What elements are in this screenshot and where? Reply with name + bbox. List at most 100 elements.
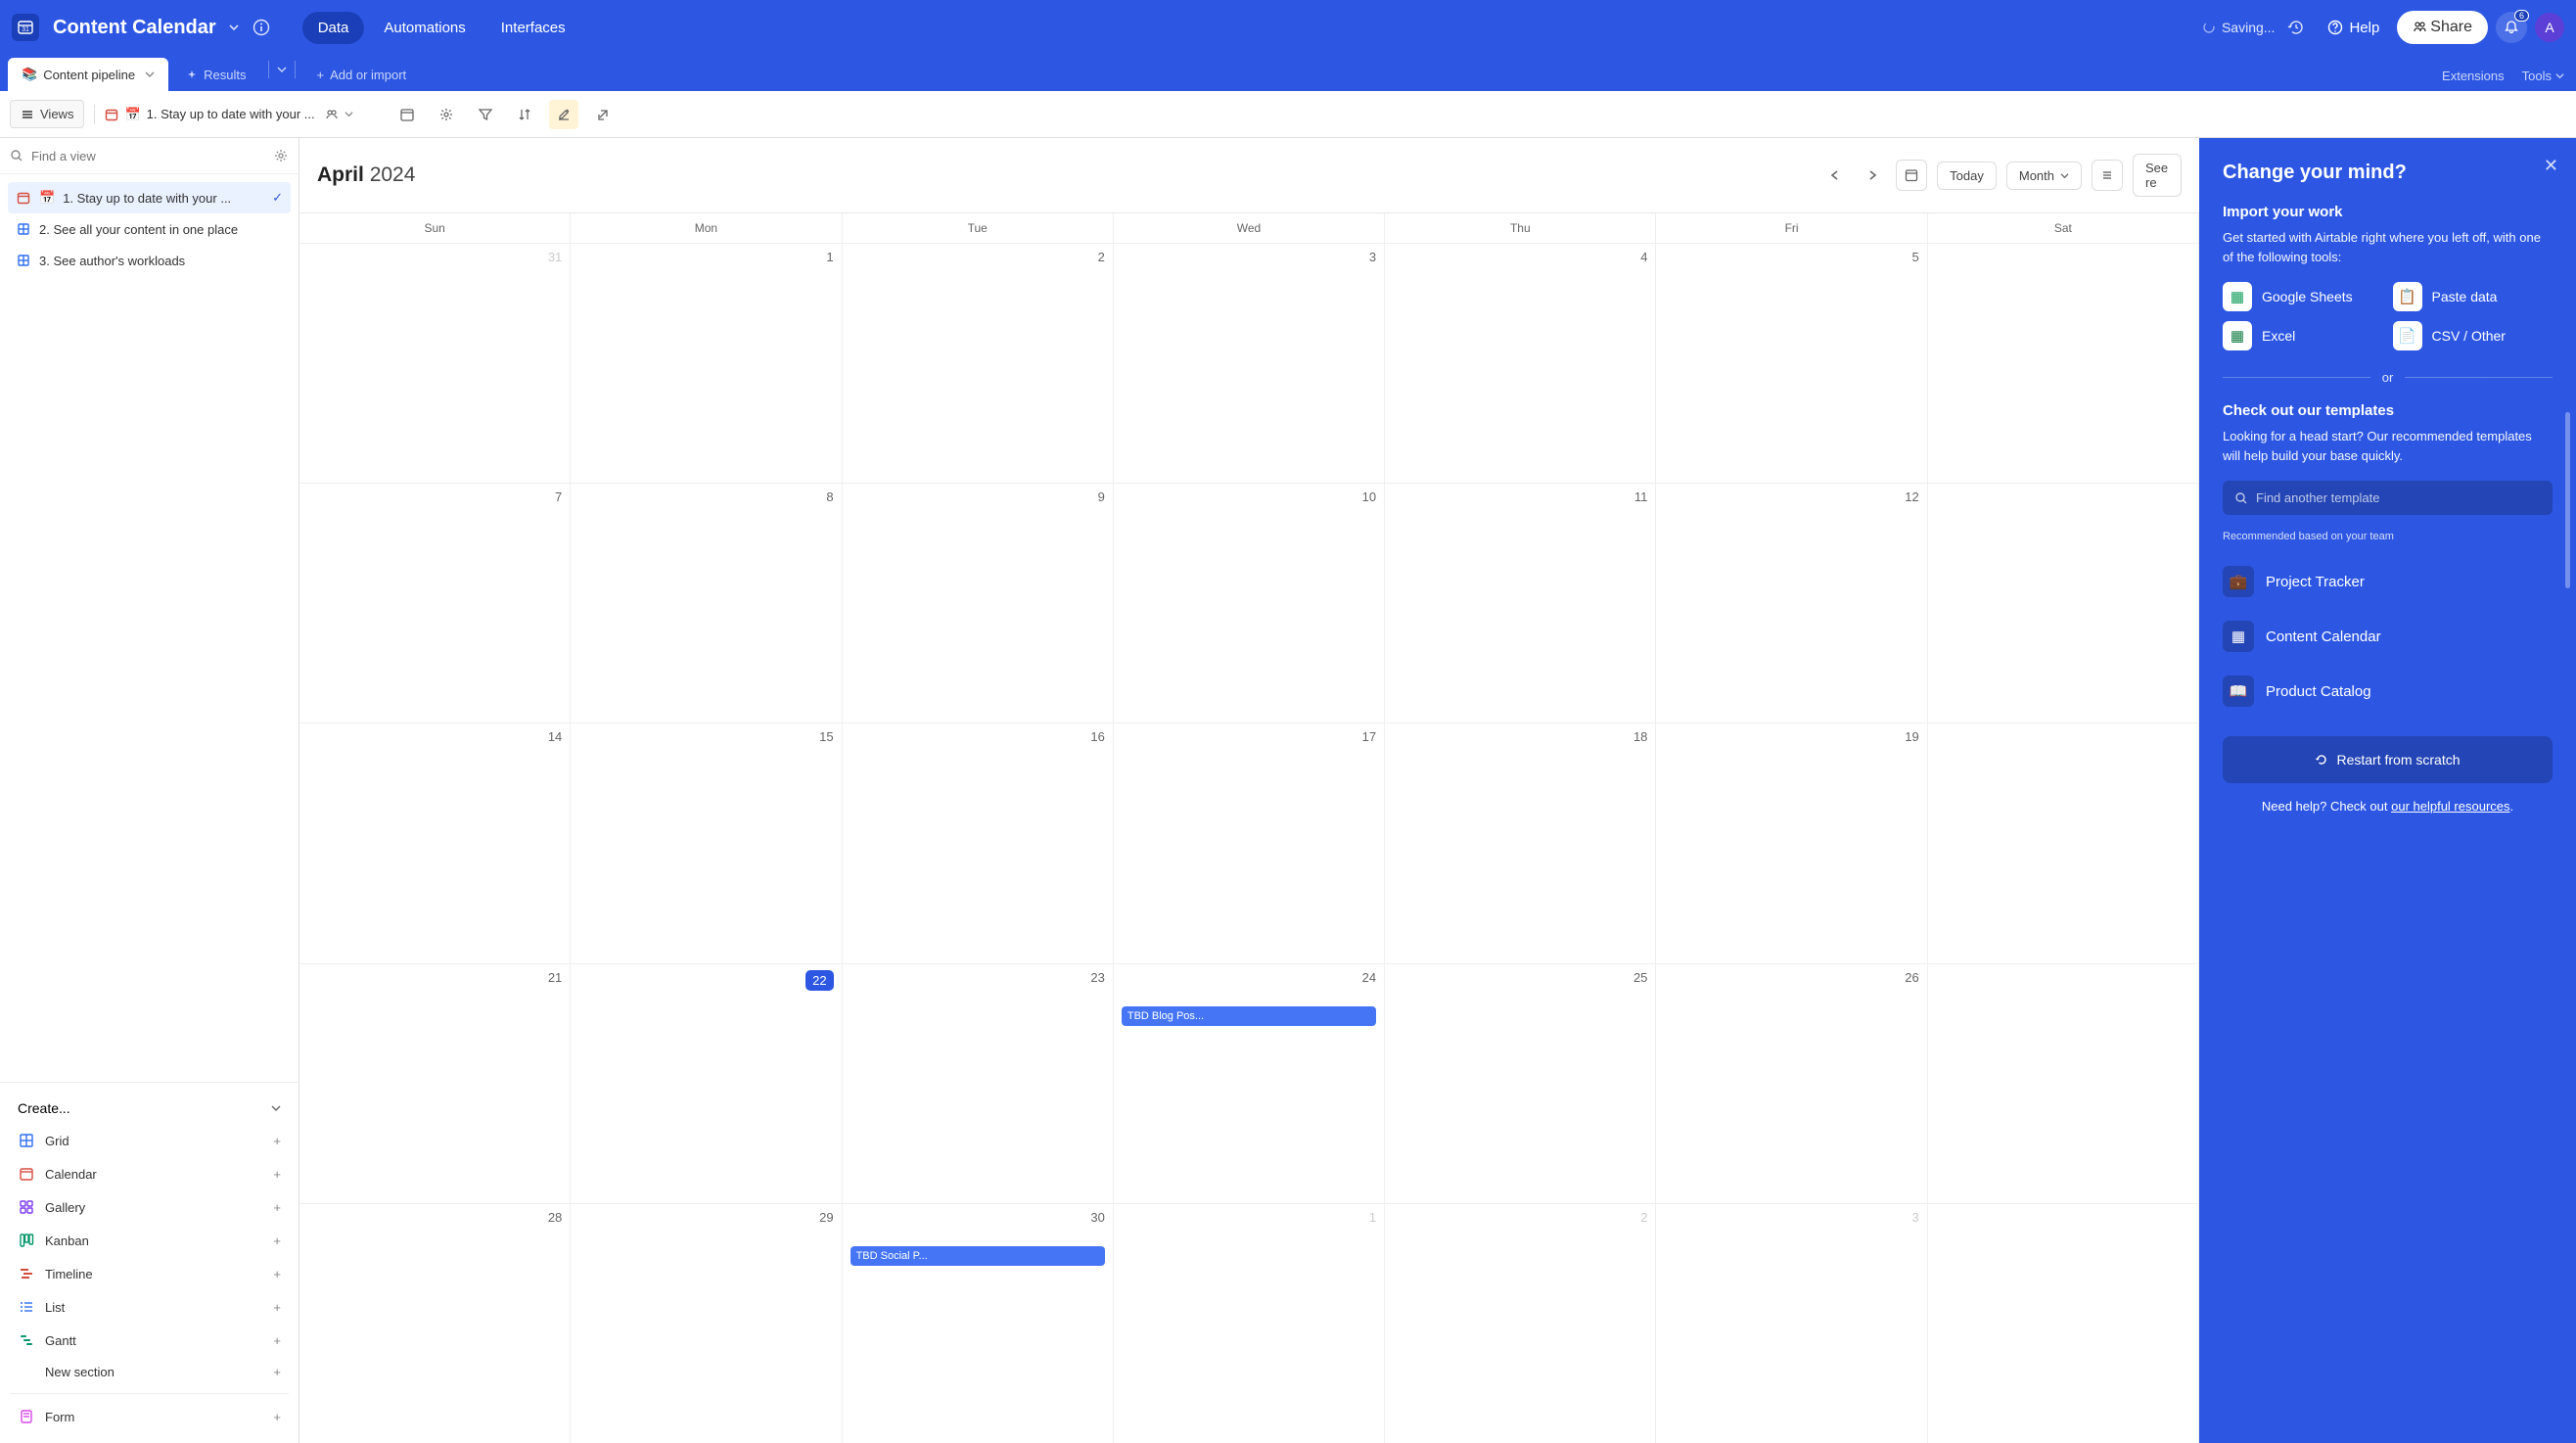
calendar-day[interactable]: 14	[299, 723, 571, 962]
base-menu-chevron-icon[interactable]	[228, 22, 240, 33]
calendar-day[interactable]: 25	[1385, 964, 1656, 1203]
close-icon[interactable]: ✕	[2544, 156, 2558, 176]
calendar-day[interactable]: 29	[571, 1204, 842, 1443]
calendar-day[interactable]: 8	[571, 484, 842, 722]
create-grid[interactable]: Grid+	[10, 1124, 289, 1157]
import-option[interactable]: ▦Excel	[2223, 321, 2383, 350]
create-kanban[interactable]: Kanban+	[10, 1224, 289, 1257]
settings-icon[interactable]	[432, 100, 461, 129]
list-toggle-button[interactable]	[2092, 160, 2123, 191]
extensions-button[interactable]: Extensions	[2442, 69, 2505, 83]
color-icon[interactable]	[549, 100, 578, 129]
history-icon[interactable]	[2282, 14, 2310, 41]
help-button[interactable]: Help	[2318, 14, 2389, 42]
calendar-day[interactable]: 10	[1114, 484, 1385, 722]
avatar[interactable]: A	[2535, 13, 2564, 42]
calendar-day[interactable]: 2	[1385, 1204, 1656, 1443]
create-new-section[interactable]: New section +	[10, 1357, 289, 1387]
calendar-day[interactable]: 18	[1385, 723, 1656, 962]
calendar-day[interactable]: 12	[1656, 484, 1927, 722]
views-toggle-button[interactable]: Views	[10, 100, 84, 128]
chevron-down-icon[interactable]	[345, 110, 353, 118]
calendar-day[interactable]	[1928, 1204, 2199, 1443]
create-section-header[interactable]: Create...	[10, 1093, 289, 1124]
import-option[interactable]: 📄CSV / Other	[2393, 321, 2553, 350]
template-item[interactable]: 📖Product Catalog	[2223, 664, 2553, 719]
template-search-input[interactable]	[2256, 490, 2541, 505]
calendar-day[interactable]	[1928, 723, 2199, 962]
today-button[interactable]: Today	[1937, 162, 1997, 190]
calendar-day[interactable]: 2	[843, 244, 1114, 483]
chevron-down-icon[interactable]	[145, 70, 155, 79]
calendar-day[interactable]: 7	[299, 484, 571, 722]
calendar-day[interactable]	[1928, 964, 2199, 1203]
calendar-day[interactable]: 24TBD Blog Pos...	[1114, 964, 1385, 1203]
date-field-icon[interactable]	[392, 100, 422, 129]
range-select[interactable]: Month	[2006, 162, 2082, 190]
calendar-day[interactable]: 11	[1385, 484, 1656, 722]
calendar-day[interactable]: 21	[299, 964, 571, 1203]
calendar-day[interactable]: 22	[571, 964, 842, 1203]
restart-button[interactable]: Restart from scratch	[2223, 736, 2553, 783]
calendar-event[interactable]: TBD Social P...	[851, 1246, 1105, 1266]
filter-icon[interactable]	[471, 100, 500, 129]
calendar-day[interactable]: 30TBD Social P...	[843, 1204, 1114, 1443]
calendar-day[interactable]: 28	[299, 1204, 571, 1443]
see-records-button[interactable]: See re	[2133, 154, 2182, 197]
current-view-name[interactable]: 📅 1. Stay up to date with your ...	[105, 107, 352, 122]
template-item[interactable]: 💼Project Tracker	[2223, 554, 2553, 609]
help-resources-link[interactable]: our helpful resources	[2391, 799, 2509, 814]
template-search[interactable]	[2223, 481, 2553, 515]
calendar-day[interactable]: 3	[1114, 244, 1385, 483]
calendar-day[interactable]: 15	[571, 723, 842, 962]
add-or-import-button[interactable]: + Add or import	[303, 59, 421, 91]
table-tab-results[interactable]: Results	[172, 59, 259, 91]
tab-automations[interactable]: Automations	[368, 12, 481, 44]
create-timeline[interactable]: Timeline+	[10, 1257, 289, 1290]
app-icon[interactable]: 31	[12, 14, 39, 41]
create-calendar[interactable]: Calendar+	[10, 1157, 289, 1190]
calendar-day[interactable]: 3	[1656, 1204, 1927, 1443]
tools-button[interactable]: Tools	[2522, 69, 2564, 83]
create-gallery[interactable]: Gallery+	[10, 1190, 289, 1224]
calendar-day[interactable]: 5	[1656, 244, 1927, 483]
import-option[interactable]: ▦Google Sheets	[2223, 282, 2383, 311]
calendar-day[interactable]: 19	[1656, 723, 1927, 962]
sidebar-view-item[interactable]: 2. See all your content in one place	[8, 213, 291, 245]
calendar-day[interactable]: 1	[1114, 1204, 1385, 1443]
create-list[interactable]: List+	[10, 1290, 289, 1324]
import-option[interactable]: 📋Paste data	[2393, 282, 2553, 311]
calendar-day[interactable]: 31	[299, 244, 571, 483]
template-item[interactable]: ▦Content Calendar	[2223, 609, 2553, 664]
calendar-day[interactable]: 17	[1114, 723, 1385, 962]
table-menu-chevron-icon[interactable]	[277, 65, 287, 74]
calendar-day[interactable]: 1	[571, 244, 842, 483]
sidebar-view-item[interactable]: 3. See author's workloads	[8, 245, 291, 276]
calendar-day[interactable]: 26	[1656, 964, 1927, 1203]
notifications-button[interactable]: 6	[2496, 12, 2527, 43]
next-month-button[interactable]	[1859, 162, 1886, 189]
table-tab-active[interactable]: 📚 Content pipeline	[8, 58, 168, 91]
prev-month-button[interactable]	[1821, 162, 1849, 189]
calendar-day[interactable]: 23	[843, 964, 1114, 1203]
jump-to-date-button[interactable]	[1896, 160, 1927, 191]
calendar-day[interactable]: 9	[843, 484, 1114, 722]
calendar-day[interactable]: 16	[843, 723, 1114, 962]
gear-icon[interactable]	[273, 148, 289, 163]
base-title[interactable]: Content Calendar	[53, 17, 216, 39]
tab-interfaces[interactable]: Interfaces	[485, 12, 581, 44]
sort-icon[interactable]	[510, 100, 539, 129]
calendar-event[interactable]: TBD Blog Pos...	[1122, 1006, 1376, 1026]
calendar-day[interactable]: 4	[1385, 244, 1656, 483]
scrollbar[interactable]	[2565, 412, 2570, 588]
info-icon[interactable]	[248, 14, 275, 41]
create-gantt[interactable]: Gantt+	[10, 1324, 289, 1357]
tab-data[interactable]: Data	[302, 12, 365, 44]
sidebar-view-item[interactable]: 📅1. Stay up to date with your ...✓	[8, 182, 291, 213]
share-button[interactable]: Share	[2397, 11, 2488, 44]
share-view-icon[interactable]	[588, 100, 618, 129]
find-view-input[interactable]	[31, 149, 265, 163]
calendar-day[interactable]	[1928, 484, 2199, 722]
create-form[interactable]: Form +	[10, 1400, 289, 1433]
calendar-day[interactable]	[1928, 244, 2199, 483]
